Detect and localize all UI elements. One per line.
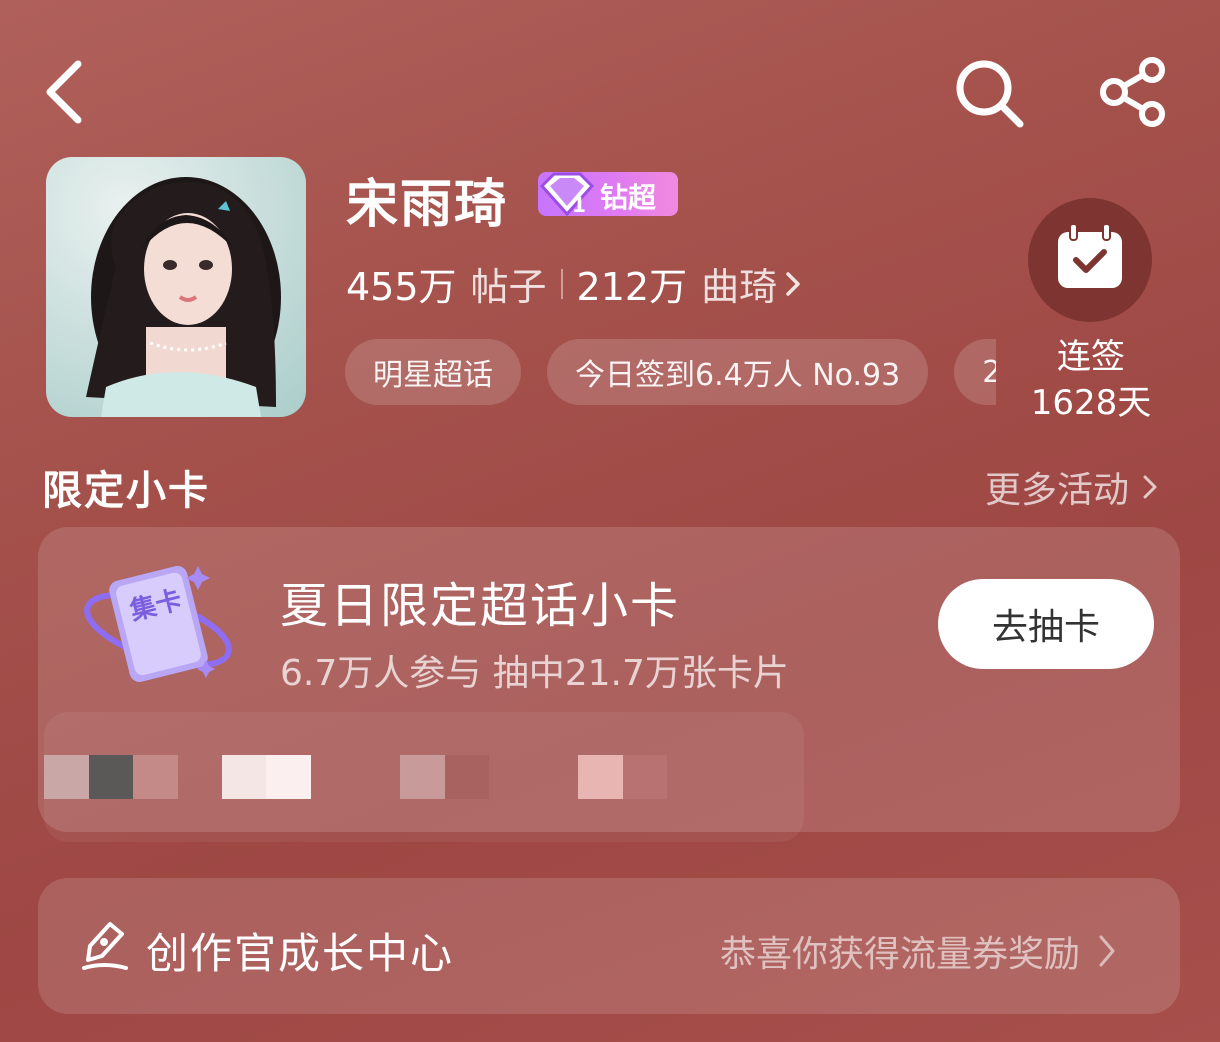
avatar-portrait: [86, 177, 281, 417]
chevron-right-icon: [1099, 935, 1115, 967]
stats-divider: [560, 268, 563, 299]
creator-reward-text: 恭喜你获得流量券奖励: [720, 934, 1081, 975]
pixel-block: [89, 755, 133, 799]
fans-label: 曲琦: [701, 265, 778, 309]
pixel-block: [266, 755, 311, 799]
pixel-block: [445, 755, 489, 799]
avatar[interactable]: [46, 157, 306, 417]
card-collect-icon: 集卡: [84, 565, 232, 682]
pixel-block: [623, 755, 667, 799]
diamond-icon: 1: [539, 172, 595, 217]
pixel-block: [400, 755, 445, 799]
card-title: 夏日限定超话小卡: [280, 578, 681, 634]
search-icon[interactable]: [952, 56, 1026, 130]
star-name: 宋雨琦: [346, 175, 509, 235]
pixel-block: [578, 755, 623, 799]
tag-extra[interactable]: 2: [954, 339, 996, 405]
section-title: 限定小卡: [42, 468, 210, 514]
back-icon[interactable]: [40, 56, 90, 128]
posts-label: 帖子: [470, 265, 547, 309]
fans-count: 212万: [576, 265, 688, 309]
svg-text:1: 1: [572, 193, 586, 217]
chevron-right-icon: [1143, 475, 1157, 499]
stats-row[interactable]: 455万 帖子 212万 曲琦: [346, 256, 801, 311]
more-activities-label: 更多活动: [985, 470, 1130, 511]
tag-checkin-rank[interactable]: 今日签到6.4万人 No.93: [547, 339, 929, 405]
diamond-super-badge: 1 钻超: [538, 172, 678, 217]
pixel-block: [44, 755, 89, 799]
checkin-days: 1628天: [1030, 383, 1152, 423]
pen-icon: [82, 922, 128, 970]
tag-star-topic[interactable]: 明星超话: [345, 339, 521, 405]
checkin-button[interactable]: [1028, 198, 1152, 322]
creator-reward-hint[interactable]: 恭喜你获得流量券奖励: [720, 925, 1116, 977]
chevron-right-icon: [786, 271, 800, 296]
checkin-streak: 连签 1628天: [1030, 334, 1152, 426]
card-subtitle: 6.7万人参与 抽中21.7万张卡片: [280, 653, 789, 694]
pixel-block: [222, 755, 266, 799]
tag-list: 明星超话 今日签到6.4万人 No.93 2: [345, 339, 996, 405]
posts-count: 455万: [346, 265, 457, 309]
checkin-label: 连签: [1057, 337, 1125, 377]
calendar-check-icon: [1058, 224, 1122, 288]
creator-center-title: 创作官成长中心: [146, 929, 455, 978]
pixel-block: [133, 755, 178, 799]
share-icon[interactable]: [1096, 56, 1170, 130]
more-activities-link[interactable]: 更多活动: [985, 461, 1157, 513]
draw-card-button[interactable]: 去抽卡: [938, 579, 1154, 669]
badge-label: 钻超: [600, 181, 657, 214]
